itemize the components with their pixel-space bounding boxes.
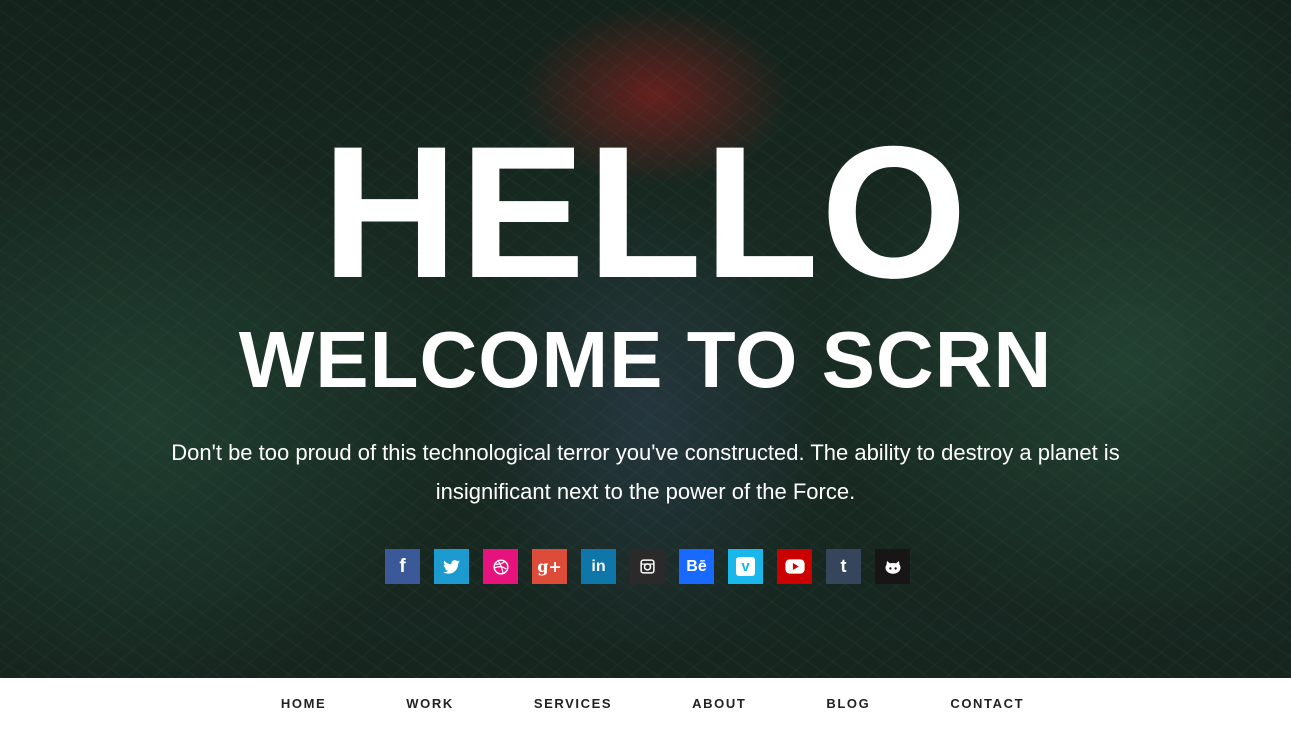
dribbble-button[interactable] <box>483 549 518 584</box>
linkedin-icon: in <box>591 557 606 575</box>
vimeo-icon: v <box>736 557 755 576</box>
hero-headline: HELLO <box>321 107 970 317</box>
google-plus-button[interactable]: g+ <box>532 549 567 584</box>
github-button[interactable] <box>875 549 910 584</box>
nav-list: HOME WORK SERVICES ABOUT BLOG CONTACT <box>241 696 1064 711</box>
main-navigation: HOME WORK SERVICES ABOUT BLOG CONTACT <box>0 678 1291 729</box>
nav-item-home[interactable]: HOME <box>241 696 366 711</box>
tumblr-icon: t <box>840 556 847 576</box>
dribbble-icon <box>492 558 509 575</box>
hero-tagline: Don't be too proud of this technological… <box>171 440 1120 504</box>
facebook-button[interactable]: f <box>385 549 420 584</box>
behance-icon: Bē <box>686 557 707 575</box>
instagram-icon <box>640 559 655 574</box>
instagram-button[interactable] <box>630 549 665 584</box>
twitter-button[interactable] <box>434 549 469 584</box>
google-plus-icon: g+ <box>537 557 562 576</box>
github-icon <box>885 560 900 574</box>
hero-content: HELLO WELCOME TO SCRN Don't be too proud… <box>0 0 1291 678</box>
twitter-icon <box>443 559 460 574</box>
nav-item-services[interactable]: SERVICES <box>494 696 652 711</box>
nav-item-blog[interactable]: BLOG <box>786 696 910 711</box>
youtube-icon <box>784 559 805 574</box>
social-links: f g+ in Bē v t <box>385 549 910 584</box>
facebook-icon: f <box>399 555 406 577</box>
youtube-button[interactable] <box>777 549 812 584</box>
linkedin-button[interactable]: in <box>581 549 616 584</box>
behance-button[interactable]: Bē <box>679 549 714 584</box>
tumblr-button[interactable]: t <box>826 549 861 584</box>
vimeo-button[interactable]: v <box>728 549 763 584</box>
nav-item-about[interactable]: ABOUT <box>652 696 786 711</box>
nav-item-work[interactable]: WORK <box>366 696 494 711</box>
hero-subheadline: WELCOME TO SCRN <box>238 315 1053 404</box>
nav-item-contact[interactable]: CONTACT <box>910 696 1064 711</box>
hero-background: HELLO WELCOME TO SCRN Don't be too proud… <box>0 0 1291 678</box>
